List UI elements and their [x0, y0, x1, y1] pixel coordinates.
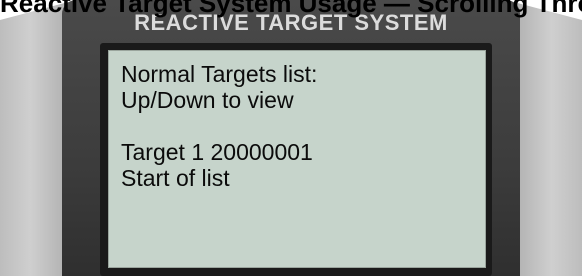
lcd-line-target: Target 1 20000001 [121, 139, 313, 165]
lcd-line-status: Start of list [121, 165, 230, 191]
page-heading: Reactive Target System Usage — Scrolling… [0, 0, 582, 18]
lcd-line-instruction: Up/Down to view [121, 87, 294, 113]
lcd-screen: Normal Targets list: Up/Down to view Tar… [108, 50, 486, 268]
lcd-line-title: Normal Targets list: [121, 61, 318, 87]
lcd-line-spacer [121, 113, 473, 139]
